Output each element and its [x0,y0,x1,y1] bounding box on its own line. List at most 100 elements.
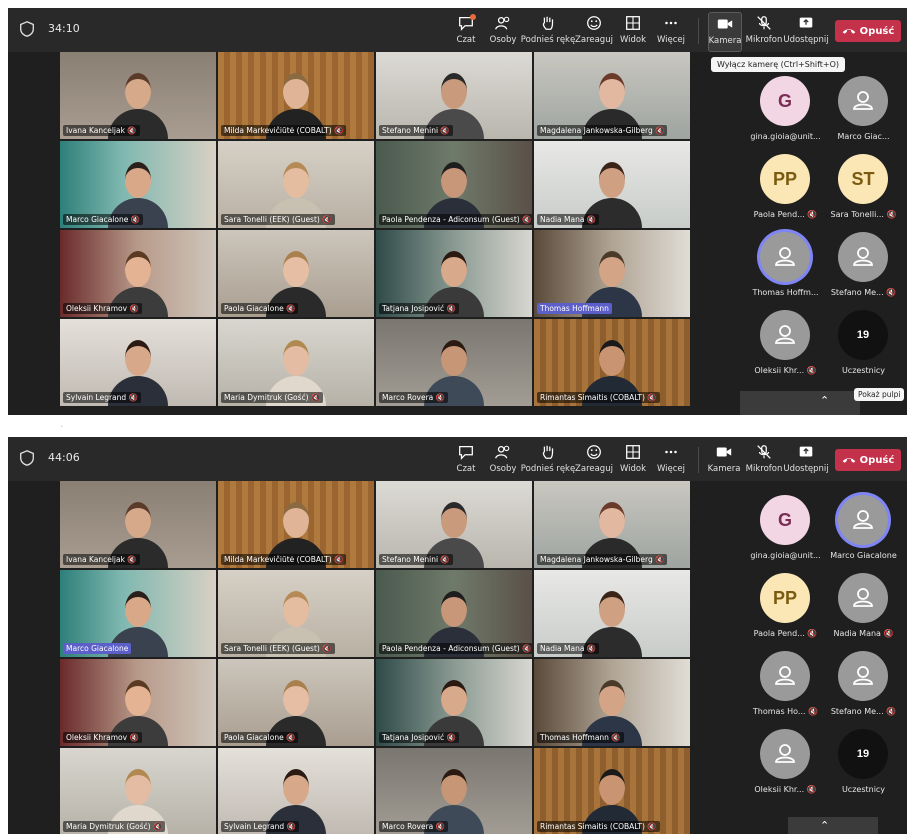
video-tile[interactable]: Oleksii Khramov 🔇 [60,230,216,317]
share-button[interactable]: Udostępnij [783,441,829,479]
video-tile[interactable]: Marco Giacalone [60,570,216,657]
people-button[interactable]: Osoby [488,12,518,50]
participant-card[interactable]: Stefano Me... 🔇 [826,232,901,312]
participant-card[interactable]: Ggina.gioia@unit... [748,76,823,156]
video-tile[interactable]: Stefano Menini 🔇 [376,52,532,139]
video-tile[interactable]: Nadia Mana 🔇 [534,570,690,657]
participant-card[interactable]: PP Paola Pend... 🔇 [748,154,823,234]
video-tile[interactable]: Stefano Menini 🔇 [376,481,532,568]
teams-meeting-window-top: 34:10 Czat Osoby Podnieś rękę Zareaguj W… [8,8,907,415]
participant-name-label: Ivana Kanceljak 🔇 [63,554,140,565]
participant-card[interactable]: Nadia Mana 🔇 [826,573,901,653]
participant-name-label: Nadia Mana 🔇 [537,643,600,654]
avatar [838,76,888,126]
participant-card-name: Stefano Me... 🔇 [830,707,897,716]
people-button[interactable]: Osoby [488,441,518,479]
more-button[interactable]: Więcej [656,441,686,479]
camera-icon [717,19,733,29]
leave-button[interactable]: Opuść [835,449,901,471]
participant-card[interactable]: Thomas Ho... 🔇 [748,651,823,731]
person-icon [775,325,795,344]
video-tile[interactable]: Tatjana Josipović 🔇 [376,659,532,746]
participant-card-name: Oleksii Khr... 🔇 [754,785,817,794]
camera-tooltip: Wyłącz kamerę (Ctrl+Shift+O) [711,57,846,72]
participant-card[interactable]: ST Sara Tonelli... 🔇 [826,154,901,234]
react-button[interactable]: Zareaguj [575,441,613,479]
minimized-preview[interactable] [740,391,860,415]
chevron-up-icon[interactable]: ⌃ [820,819,829,832]
mic-button[interactable]: Mikrofon [746,441,782,479]
mic-muted-icon [757,16,771,30]
video-tile[interactable]: Marco Rovera 🔇 [376,319,532,406]
video-tile[interactable]: Oleksii Khramov 🔇 [60,659,216,746]
participant-name-label: Sylvain Legrand 🔇 [63,392,141,403]
chat-button[interactable]: Czat [452,441,480,479]
participant-card[interactable]: Marco Giac... [826,76,901,156]
participant-name-label: Tatjana Josipović 🔇 [379,303,459,314]
more-button[interactable]: Więcej [656,12,686,50]
participants-count-button[interactable]: 19 Uczestnicy [826,729,901,809]
avatar [838,651,888,701]
video-tile[interactable]: Paola Pendenza - Adiconsum (Guest) 🔇 [376,141,532,228]
leave-button[interactable]: Opuść [835,20,901,42]
video-tile[interactable]: Rimantas Simaitis (COBALT) 🔇 [534,748,690,834]
share-button[interactable]: Udostępnij [783,12,829,50]
video-tile[interactable]: Sara Tonelli (EEK) (Guest) 🔇 [218,570,374,657]
video-tile[interactable]: Sylvain Legrand 🔇 [60,319,216,406]
avatar [838,232,888,282]
person-icon [775,744,795,763]
hand-icon [542,445,554,459]
participants-count-button[interactable]: 19 Uczestnicy [826,310,901,390]
video-tile[interactable]: Paola Pendenza - Adiconsum (Guest) 🔇 [376,570,532,657]
participant-name-label: Milda Markevičiūtė (COBALT) 🔇 [221,554,347,565]
share-label: Udostępnij [783,35,829,45]
participant-card[interactable]: PP Paola Pend... 🔇 [748,573,823,653]
video-tile[interactable]: Thomas Hoffmann [534,230,690,317]
avatar [760,232,810,282]
video-tile[interactable]: Milda Markevičiūtė (COBALT) 🔇 [218,52,374,139]
participant-name-label: Oleksii Khramov 🔇 [63,732,142,743]
raise-hand-label: Podnieś rękę [520,35,576,45]
video-tile[interactable]: Rimantas Simaitis (COBALT) 🔇 [534,319,690,406]
video-tile[interactable]: Marco Rovera 🔇 [376,748,532,834]
video-tile[interactable]: Ivana Kanceljak 🔇 [60,481,216,568]
video-tile[interactable]: Marco Giacalone 🔇 [60,141,216,228]
participant-card-name: Nadia Mana 🔇 [833,629,894,638]
view-button[interactable]: Widok [618,441,648,479]
video-tile[interactable]: Magdalena Jankowska-Gilberg 🔇 [534,481,690,568]
raise-hand-button[interactable]: Podnieś rękę [520,12,576,50]
participant-card[interactable]: Oleksii Khr... 🔇 [748,310,823,390]
video-tile[interactable]: Maria Dymitruk (Gość) 🔇 [218,319,374,406]
participant-name-label: Nadia Mana 🔇 [537,214,600,225]
video-tile[interactable]: Ivana Kanceljak 🔇 [60,52,216,139]
view-button[interactable]: Widok [618,12,648,50]
video-tile[interactable]: Magdalena Jankowska-Gilberg 🔇 [534,52,690,139]
camera-label: Kamera [708,36,742,46]
video-tile[interactable]: Nadia Mana 🔇 [534,141,690,228]
camera-button[interactable]: Kamera [708,441,740,479]
video-tile[interactable]: Thomas Hoffmann 🔇 [534,659,690,746]
participant-card[interactable]: Oleksii Khr... 🔇 [748,729,823,809]
mic-button[interactable]: Mikrofon [746,12,782,50]
participant-card[interactable]: Marco Giacalone [826,495,901,575]
video-tile[interactable]: Maria Dymitruk (Gość) 🔇 [60,748,216,834]
raise-hand-button[interactable]: Podnieś rękę [521,441,575,479]
chevron-up-icon[interactable]: ⌃ [820,394,829,407]
participant-card[interactable]: Stefano Me... 🔇 [826,651,901,731]
video-tile[interactable]: Milda Markevičiūtė (COBALT) 🔇 [218,481,374,568]
participant-name-label: Paola Pendenza - Adiconsum (Guest) 🔇 [379,643,532,654]
video-tile[interactable]: Sara Tonelli (EEK) (Guest) 🔇 [218,141,374,228]
react-label: Zareaguj [575,35,613,45]
video-tile[interactable]: Tatjana Josipović 🔇 [376,230,532,317]
camera-button[interactable]: Kamera [708,12,742,52]
video-tile[interactable]: Paola Giacalone 🔇 [218,659,374,746]
participant-name-label: Tatjana Josipović 🔇 [379,732,459,743]
hang-up-icon [842,29,855,34]
participant-card[interactable]: Ggina.gioia@unit... [748,495,823,575]
minimized-preview[interactable] [788,817,878,834]
video-tile[interactable]: Sylvain Legrand 🔇 [218,748,374,834]
leave-label: Opuść [859,454,895,466]
react-button[interactable]: Zareaguj [575,12,613,50]
video-tile[interactable]: Paola Giacalone 🔇 [218,230,374,317]
participant-card[interactable]: Thomas Hoffm... [748,232,823,312]
